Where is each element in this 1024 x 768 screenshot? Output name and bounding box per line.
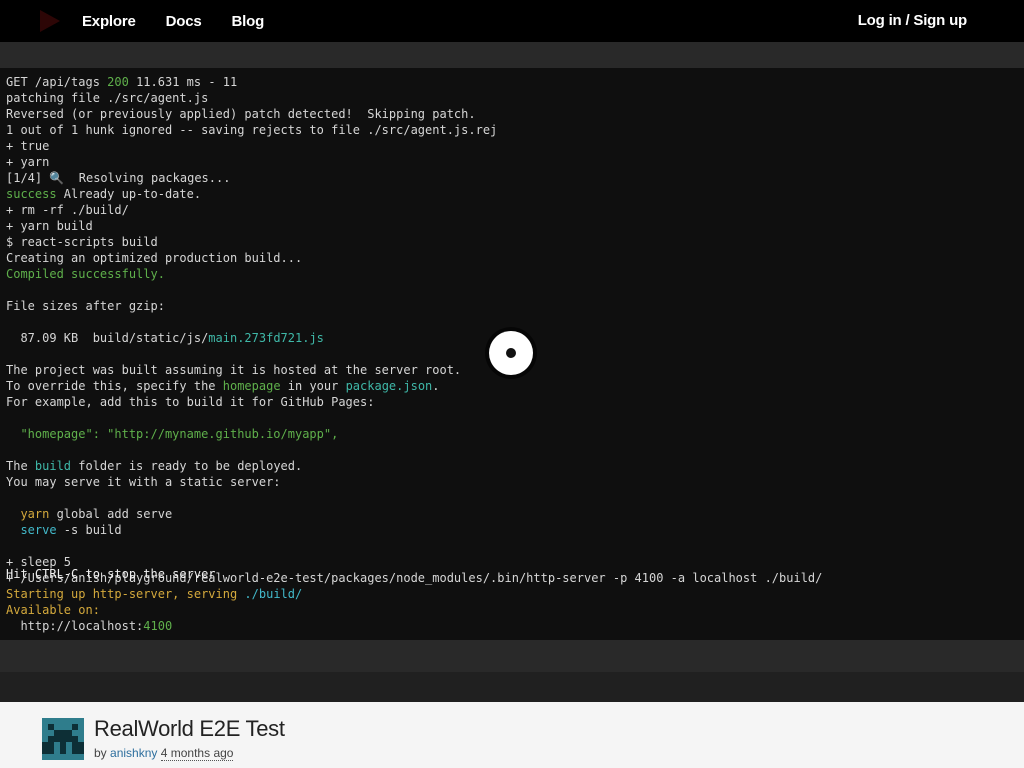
terminal-line: http://localhost:4100 (6, 618, 822, 634)
terminal-segment: + rm -rf ./build/ (6, 203, 129, 217)
author-link[interactable]: anishkny (110, 746, 157, 760)
nav-link-blog[interactable]: Blog (232, 13, 265, 30)
terminal-segment: in your (280, 379, 346, 393)
terminal-output: GET /api/tags 200 11.631 ms - 11 patching… (6, 74, 822, 634)
terminal-line: yarn global add serve (6, 506, 822, 522)
terminal-line: The project was built assuming it is hos… (6, 362, 822, 378)
terminal-segment: + true (6, 139, 50, 153)
terminal-line: 87.09 KB build/static/js/main.273fd721.j… (6, 330, 822, 346)
terminal-segment: -s build (56, 523, 122, 537)
terminal-segment: You may serve it with a static server: (6, 475, 281, 489)
terminal-segment: 4100 (143, 619, 173, 633)
player-bottom-band (0, 672, 1024, 702)
terminal-line: Available on: (6, 602, 822, 618)
terminal-line: Creating an optimized production build..… (6, 250, 822, 266)
timestamp: 4 months ago (160, 746, 234, 761)
terminal-segment: 87.09 KB build/static/js/ (6, 331, 209, 345)
player-top-bar (0, 42, 1024, 68)
terminal-segment: success (6, 187, 57, 201)
terminal-line: File sizes after gzip: (6, 298, 822, 314)
terminal-segment (6, 523, 20, 537)
terminal-segment: Compiled successfully. (6, 267, 165, 281)
terminal-segment: GET /api/tags (6, 75, 108, 89)
terminal-line: + yarn (6, 154, 822, 170)
top-navbar: Explore Docs Blog Log in / Sign up (0, 0, 1024, 42)
play-icon (506, 348, 516, 358)
terminal-line: "homepage": "http://myname.github.io/mya… (6, 426, 822, 442)
nav-link-explore[interactable]: Explore (82, 13, 136, 30)
terminal-segment: To override this, specify the (6, 379, 223, 393)
terminal-segment: yarn (20, 507, 50, 521)
terminal-segment: 1 out of 1 hunk ignored -- saving reject… (6, 123, 498, 137)
terminal-segment: Already up-to-date. (56, 187, 202, 201)
terminal-segment: Creating an optimized production build..… (6, 251, 303, 265)
player-controls-bar (0, 640, 1024, 672)
terminal-line: To override this, specify the homepage i… (6, 378, 822, 394)
login-signup-link[interactable]: Log in / Sign up (858, 0, 967, 42)
terminal-segment: File sizes after gzip: (6, 299, 165, 313)
terminal-segment: folder is ready to be deployed. (71, 459, 303, 473)
terminal-segment: patching file ./src/agent.js (6, 91, 209, 105)
terminal-line: The build folder is ready to be deployed… (6, 458, 822, 474)
terminal-line: For example, add this to build it for Gi… (6, 394, 822, 410)
nav-link-docs[interactable]: Docs (166, 13, 202, 30)
terminal-line: success Already up-to-date. (6, 186, 822, 202)
terminal-segment: For example, add this to build it for Gi… (6, 395, 375, 409)
terminal-line: Reversed (or previously applied) patch d… (6, 106, 822, 122)
terminal-segment (6, 507, 20, 521)
terminal-line: $ react-scripts build (6, 234, 822, 250)
terminal-segment: + yarn (6, 155, 50, 169)
terminal-segment: [1/4] 🔍 Resolving packages... (6, 171, 231, 185)
nav-links: Explore Docs Blog (82, 0, 294, 42)
terminal-segment: serve (20, 523, 57, 537)
terminal-line: Compiled successfully. (6, 266, 822, 282)
terminal-segment: global add serve (49, 507, 173, 521)
cast-meta: by anishkny 4 months ago (94, 746, 234, 761)
terminal-segment: The (6, 459, 35, 473)
terminal-line: + yarn build (6, 218, 822, 234)
terminal-segment: main.273fd721.js (208, 331, 324, 345)
asciinema-logo-icon[interactable] (38, 10, 62, 32)
terminal-segment: . (432, 379, 440, 393)
terminal-line: GET /api/tags 200 11.631 ms - 11 (6, 74, 822, 90)
terminal-segment: http://localhost: (6, 619, 144, 633)
terminal-segment: 200 (107, 75, 129, 89)
by-label: by (94, 746, 107, 760)
terminal-line: + rm -rf ./build/ (6, 202, 822, 218)
terminal-line: + true (6, 138, 822, 154)
terminal-segment: package.json (345, 379, 433, 393)
terminal-line: serve -s build (6, 522, 822, 538)
terminal-segment: "homepage": "http://myname.github.io/mya… (6, 427, 339, 441)
terminal-segment: The project was built assuming it is hos… (6, 363, 462, 377)
terminal-line: patching file ./src/agent.js (6, 90, 822, 106)
terminal-segment: build (34, 459, 72, 473)
terminal-segment: Starting up http-server, serving (6, 587, 245, 601)
terminal-segment: ./build/ (244, 587, 303, 601)
terminal-segment: $ react-scripts build (6, 235, 158, 249)
cast-info-footer: RealWorld E2E Test by anishkny 4 months … (0, 702, 1024, 768)
terminal-segment: + yarn build (6, 219, 93, 233)
terminal-segment: homepage (222, 379, 281, 393)
cast-title: RealWorld E2E Test (94, 716, 285, 741)
terminal-last-line: Hit CTRL-C to stop the server (6, 567, 216, 581)
author-avatar[interactable] (42, 718, 84, 760)
terminal-line: [1/4] 🔍 Resolving packages... (6, 170, 822, 186)
terminal-line: Starting up http-server, serving ./build… (6, 586, 822, 602)
terminal-line: You may serve it with a static server: (6, 474, 822, 490)
terminal-segment: 11.631 ms - 11 (128, 75, 238, 89)
play-button[interactable] (489, 331, 533, 375)
terminal-segment: Available on: (6, 603, 100, 617)
terminal-line: 1 out of 1 hunk ignored -- saving reject… (6, 122, 822, 138)
terminal-segment: Reversed (or previously applied) patch d… (6, 107, 476, 121)
